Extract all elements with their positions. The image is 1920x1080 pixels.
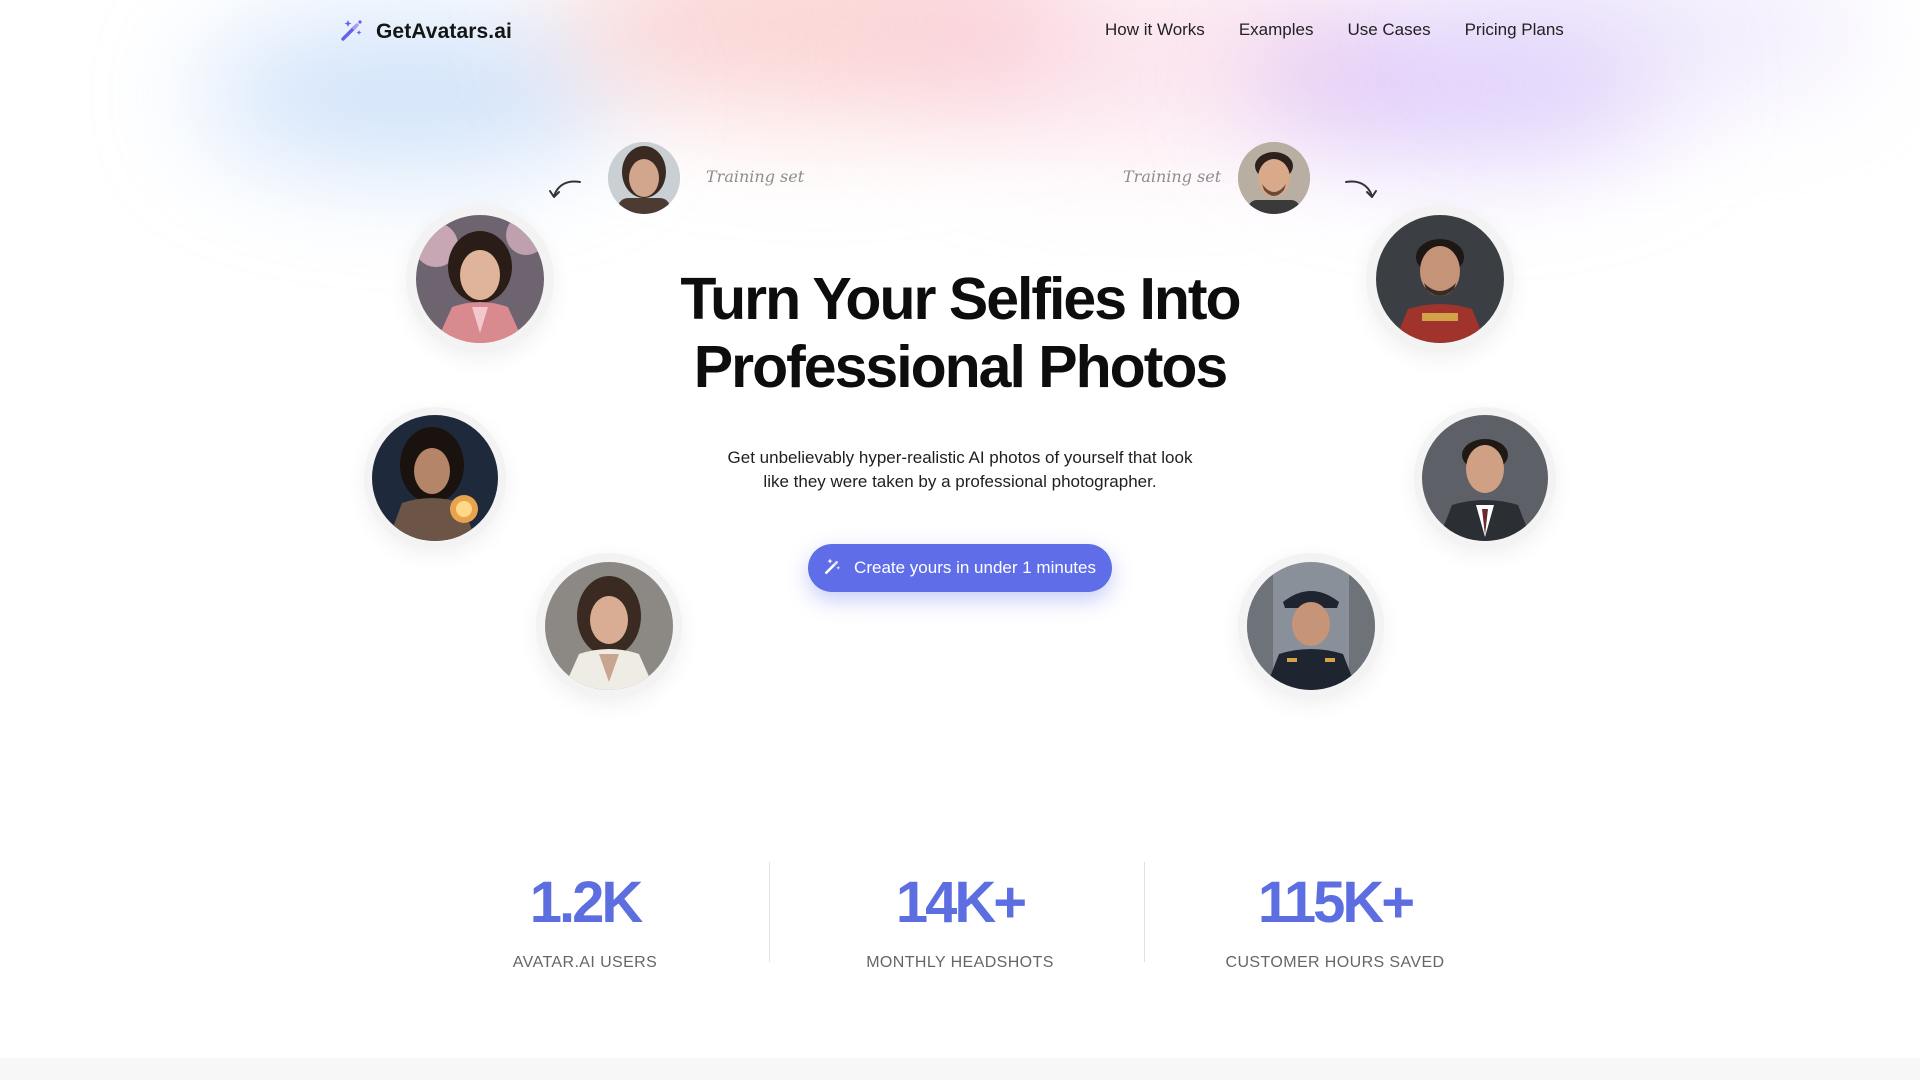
nav-examples[interactable]: Examples bbox=[1239, 20, 1314, 40]
nav-use-cases[interactable]: Use Cases bbox=[1347, 20, 1430, 40]
stat-headshots: 14K+ MONTHLY HEADSHOTS bbox=[780, 868, 1140, 972]
training-set-label-right: Training set bbox=[1123, 167, 1222, 186]
headline-line-2: Professional Photos bbox=[693, 334, 1228, 400]
hero-subtitle: Get unbelievably hyper-realistic AI phot… bbox=[710, 446, 1210, 494]
avatar-kimono-woman bbox=[406, 205, 554, 353]
nav-pricing-plans[interactable]: Pricing Plans bbox=[1465, 20, 1564, 40]
magic-wand-icon bbox=[340, 18, 364, 47]
stat-label: AVATAR.AI USERS bbox=[512, 954, 658, 971]
background-gradient bbox=[0, 0, 1920, 300]
nav-how-it-works[interactable]: How it Works bbox=[1105, 20, 1205, 40]
stat-value: 14K+ bbox=[895, 870, 1027, 935]
next-section-band bbox=[0, 1058, 1920, 1080]
hero-headline: Turn Your Selfies Into Professional Phot… bbox=[560, 265, 1360, 401]
avatar-business-woman bbox=[536, 553, 682, 699]
stat-value: 1.2K bbox=[529, 870, 644, 935]
brand-name: GetAvatars.ai bbox=[376, 20, 512, 43]
training-avatar-male bbox=[1238, 142, 1310, 214]
stat-divider bbox=[1144, 862, 1145, 962]
curved-arrow-right-icon bbox=[1345, 180, 1377, 198]
stat-hours-saved: 115K+ CUSTOMER HOURS SAVED bbox=[1155, 868, 1515, 972]
subtitle-line-1: Get unbelievably hyper-realistic AI phot… bbox=[727, 448, 1193, 467]
subtitle-line-2: like they were taken by a professional p… bbox=[763, 472, 1157, 491]
stat-divider bbox=[769, 862, 770, 962]
avatar-fantasy-woman bbox=[364, 407, 506, 549]
cta-label: Create yours in under 1 minutes bbox=[854, 558, 1096, 577]
stat-users: 1.2K AVATAR.AI USERS bbox=[405, 868, 765, 972]
training-set-label-left: Training set bbox=[706, 167, 805, 186]
avatar-uniform-man bbox=[1366, 205, 1514, 353]
magic-wand-icon bbox=[824, 557, 842, 580]
brand-logo[interactable]: GetAvatars.ai bbox=[340, 18, 512, 46]
main-nav: How it Works Examples Use Cases Pricing … bbox=[1105, 20, 1564, 40]
stat-label: CUSTOMER HOURS SAVED bbox=[1225, 954, 1445, 971]
headline-line-1: Turn Your Selfies Into bbox=[680, 266, 1241, 332]
curved-arrow-left-icon bbox=[549, 180, 581, 198]
stat-value: 115K+ bbox=[1257, 870, 1415, 935]
stat-label: MONTHLY HEADSHOTS bbox=[866, 954, 1054, 971]
training-avatar-female bbox=[608, 142, 680, 214]
avatar-officer-man bbox=[1238, 553, 1384, 699]
create-avatar-button[interactable]: Create yours in under 1 minutes bbox=[808, 544, 1112, 592]
avatar-suit-man bbox=[1414, 407, 1556, 549]
